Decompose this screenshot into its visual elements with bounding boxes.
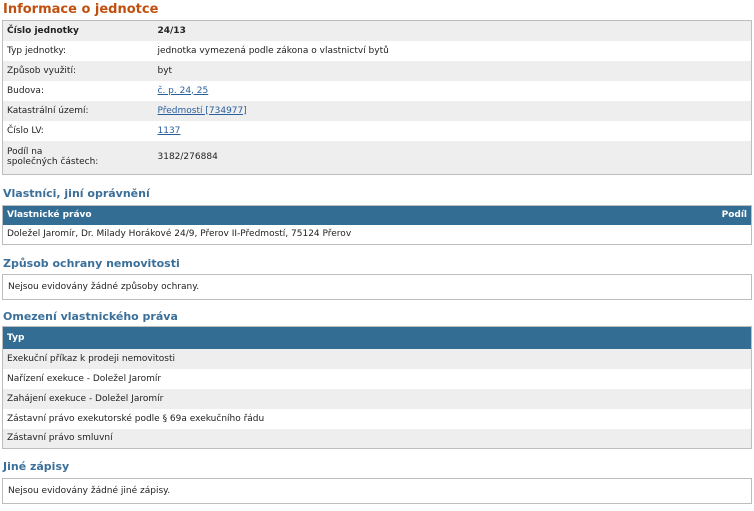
col-share: Podíl (685, 205, 752, 225)
owners-header-row: Vlastnické právo Podíl (2, 205, 752, 225)
other-records-box: Nejsou evidovány žádné jiné zápisy. (2, 478, 752, 504)
restriction-item: Exekuční příkaz k prodeji nemovitosti (2, 348, 752, 369)
info-row-cadastral-area: Katastrální území: Předmostí [734977] (2, 100, 752, 121)
info-value: 24/13 (157, 25, 186, 36)
restrictions-section-title: Omezení vlastnického práva (3, 310, 178, 323)
unit-info-table: Číslo jednotky 24/13 Typ jednotky: jedno… (2, 20, 752, 175)
info-value: 3182/276884 (157, 152, 218, 163)
table-row: Zástavní právo smluvní (2, 428, 752, 449)
info-row-lv-number: Číslo LV: 1137 (2, 120, 752, 141)
restriction-item: Zástavní právo smluvní (2, 428, 752, 449)
restriction-item: Zástavní právo exekutorské podle § 69a e… (2, 408, 752, 429)
info-row-unit-type: Typ jednotky: jednotka vymezená podle zá… (2, 40, 752, 61)
col-ownership-right: Vlastnické právo (2, 205, 686, 225)
protection-box: Nejsou evidovány žádné způsoby ochrany. (2, 274, 752, 300)
info-row-usage: Způsob využití: byt (2, 60, 752, 81)
table-row: Exekuční příkaz k prodeji nemovitosti (2, 348, 752, 369)
restriction-item: Zahájení exekuce - Doležel Jaromír (2, 388, 752, 409)
info-label-line1: Podíl na (7, 147, 43, 158)
info-value: byt (157, 65, 173, 76)
building-link[interactable]: č. p. 24, 25 (158, 86, 209, 96)
restriction-item: Nařízení exekuce - Doležel Jaromír (2, 368, 752, 389)
owner-name: Doležel Jaromír, Dr. Milady Horákové 24/… (2, 224, 686, 245)
restrictions-table: Typ Exekuční příkaz k prodeji nemovitost… (2, 326, 752, 449)
restrictions-header-row: Typ (2, 326, 752, 349)
other-section-title: Jiné zápisy (3, 460, 70, 473)
info-value: jednotka vymezená podle zákona o vlastni… (157, 45, 389, 56)
table-row: Zahájení exekuce - Doležel Jaromír (2, 388, 752, 409)
page: Informace o jednotce Číslo jednotky 24/1… (0, 0, 754, 504)
info-label: Číslo LV: (7, 125, 44, 136)
info-row-unit-number: Číslo jednotky 24/13 (2, 20, 752, 41)
cadastral-area-link[interactable]: Předmostí [734977] (158, 106, 247, 116)
table-row: Doležel Jaromír, Dr. Milady Horákové 24/… (2, 224, 752, 245)
info-label: Způsob využití: (7, 65, 76, 76)
info-label: Typ jednotky: (7, 45, 67, 56)
info-label-line2: společných částech: (7, 157, 99, 168)
lv-number-link[interactable]: 1137 (158, 126, 181, 136)
info-row-building: Budova: č. p. 24, 25 (2, 80, 752, 101)
owners-section-title: Vlastníci, jiní oprávnění (3, 187, 150, 200)
info-label: Podíl na společných částech: (3, 141, 154, 175)
table-row: Zástavní právo exekutorské podle § 69a e… (2, 408, 752, 429)
owners-table: Vlastnické právo Podíl Doležel Jaromír, … (2, 205, 752, 245)
info-row-share: Podíl na společných částech: 3182/276884 (2, 140, 752, 175)
info-label: Číslo jednotky (7, 25, 79, 36)
table-row: Nařízení exekuce - Doležel Jaromír (2, 368, 752, 389)
info-label: Katastrální území: (7, 105, 89, 116)
owner-share (685, 224, 752, 245)
protection-section-title: Způsob ochrany nemovitosti (3, 257, 180, 270)
col-type: Typ (2, 326, 752, 349)
info-label: Budova: (7, 85, 44, 96)
page-title: Informace o jednotce (3, 2, 159, 17)
